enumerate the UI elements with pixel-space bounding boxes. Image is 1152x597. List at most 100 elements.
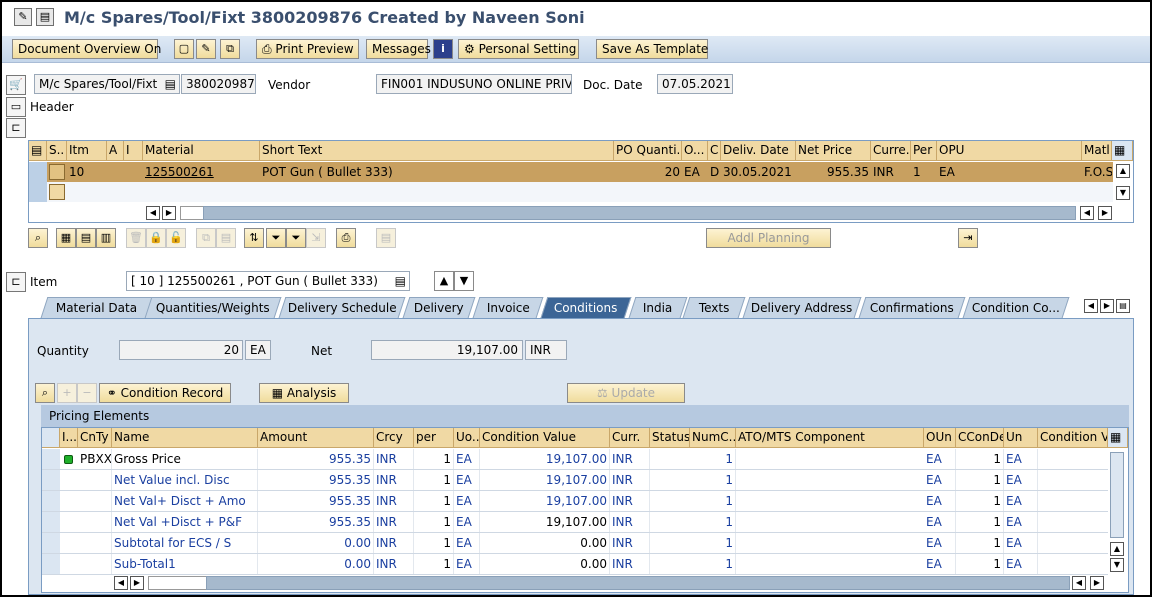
column-config-icon[interactable]: ▦	[1112, 141, 1133, 161]
doc-date-field[interactable]: 07.05.2021	[657, 74, 733, 94]
select-all-icon[interactable]: ▦	[56, 228, 76, 248]
col-uom[interactable]: Uo...	[454, 428, 480, 448]
row-selector[interactable]	[42, 512, 60, 532]
print-table-icon[interactable]: ⎙	[336, 228, 356, 248]
create-other-icon[interactable]: ✎	[14, 8, 32, 26]
quantity-unit[interactable]: EA	[245, 340, 271, 360]
table-row[interactable]: 10 125500261 POT Gun ( Bullet 333) 20 EA…	[29, 162, 1113, 182]
deselect-icon[interactable]: ▥	[96, 228, 116, 248]
tab-quantities-weights[interactable]: Quantities/Weights	[144, 297, 282, 318]
col-currency[interactable]: Curre...	[871, 141, 911, 161]
col-ato-mts[interactable]: ATO/MTS Component	[736, 428, 924, 448]
tab-delivery[interactable]: Delivery	[402, 297, 476, 318]
filter-set-icon[interactable]: ⏷	[286, 228, 306, 248]
row-selector[interactable]	[42, 491, 60, 511]
col-net-price[interactable]: Net Price	[796, 141, 871, 161]
col-opu[interactable]: OPU	[937, 141, 1082, 161]
personal-setting-button[interactable]: ⚙ Personal Setting	[458, 39, 579, 59]
tab-condition-control[interactable]: Condition Co...	[962, 297, 1070, 318]
col-status[interactable]: Status	[650, 428, 690, 448]
export-icon[interactable]: ⇲	[306, 228, 326, 248]
col-po-qty[interactable]: PO Quanti...	[614, 141, 682, 161]
col-item[interactable]: Itm	[67, 141, 107, 161]
col-un[interactable]: Un	[1004, 428, 1038, 448]
navigate-icon[interactable]: ⇥	[958, 228, 978, 248]
table-settings-icon[interactable]: ▤	[29, 141, 47, 161]
scroll-right-end-icon[interactable]: ▶	[1090, 576, 1104, 590]
addl-planning-button[interactable]: Addl Planning	[706, 228, 831, 248]
tab-confirmations[interactable]: Confirmations	[858, 297, 966, 318]
update-button[interactable]: ⚖ Update	[567, 383, 685, 403]
sort-icon[interactable]: ⇅	[244, 228, 264, 248]
col-acct[interactable]: A	[107, 141, 124, 161]
tab-delivery-schedule[interactable]: Delivery Schedule	[278, 297, 406, 318]
scroll-down-icon[interactable]: ▼	[1116, 186, 1130, 200]
col-numc[interactable]: NumC...	[690, 428, 736, 448]
vertical-scrollbar[interactable]	[1110, 452, 1124, 538]
row-selector[interactable]	[42, 554, 60, 574]
col-deliv-date[interactable]: Deliv. Date	[721, 141, 796, 161]
quantity-field[interactable]: 20	[119, 340, 243, 360]
col-ccon[interactable]: CConDe	[956, 428, 1004, 448]
scroll-right-end-icon[interactable]: ▶	[1098, 206, 1112, 220]
messages-button[interactable]: Messages	[366, 39, 431, 59]
paste-row-icon[interactable]: ▤	[216, 228, 236, 248]
display-icon[interactable]: ▤	[36, 8, 54, 26]
row-selector[interactable]	[42, 470, 60, 490]
table-row[interactable]: Subtotal for ECS / S 0.00 INR 1 EA 0.00 INR 1 EA…	[42, 533, 1108, 554]
table-row[interactable]: PBXX Gross Price 955.35 INR 1 EA 19,107.00 INR 1…	[42, 449, 1108, 470]
cart-icon[interactable]: 🛒	[6, 75, 26, 95]
expand-icon[interactable]: ⊏	[6, 118, 26, 138]
delete-icon[interactable]: 🗑	[126, 228, 146, 248]
document-overview-button[interactable]: Document Overview On	[12, 39, 161, 59]
remove-condition-icon[interactable]: −	[77, 383, 97, 403]
col-i[interactable]: I	[124, 141, 143, 161]
column-config-icon[interactable]: ▦	[1108, 428, 1128, 448]
col-oun[interactable]: OUn	[924, 428, 956, 448]
copy-row-icon[interactable]: ⧉	[196, 228, 216, 248]
lock-icon[interactable]: 🔒	[146, 228, 166, 248]
row-selector[interactable]	[29, 162, 47, 182]
add-condition-icon[interactable]: +	[57, 383, 77, 403]
col-amount[interactable]: Amount	[258, 428, 374, 448]
col-cond-type[interactable]: CnTy	[78, 428, 112, 448]
tab-invoice[interactable]: Invoice	[472, 297, 544, 318]
copy-icon[interactable]: ⧉	[220, 39, 240, 59]
next-item-icon[interactable]: ▼	[454, 271, 474, 291]
col-per[interactable]: per	[414, 428, 454, 448]
col-indicator[interactable]: I...	[60, 428, 78, 448]
col-per[interactable]: Per	[911, 141, 937, 161]
info-icon[interactable]: i	[433, 39, 453, 59]
tab-delivery-address[interactable]: Delivery Address	[742, 297, 862, 318]
save-template-button[interactable]: Save As Template	[596, 39, 708, 59]
col-condition-value[interactable]: Condition Value	[480, 428, 610, 448]
scroll-up-icon[interactable]: ▲	[1110, 542, 1124, 556]
table-row[interactable]: Net Val+ Disct + Amo 955.35 INR 1 EA 19,107.0…	[42, 491, 1108, 512]
col-curr[interactable]: Curr.	[610, 428, 650, 448]
folder-icon[interactable]: ▭	[6, 97, 26, 117]
document-number-field[interactable]: 3800209876	[181, 74, 256, 94]
col-status[interactable]: S..	[47, 141, 67, 161]
col-name[interactable]: Name	[112, 428, 258, 448]
scroll-right-icon[interactable]: ▶	[162, 206, 176, 220]
col-crcy[interactable]: Crcy	[374, 428, 414, 448]
select-block-icon[interactable]: ▤	[76, 228, 96, 248]
col-order-unit[interactable]: O...	[682, 141, 708, 161]
scroll-left-end-icon[interactable]: ◀	[1080, 206, 1094, 220]
net-field[interactable]: 19,107.00	[371, 340, 523, 360]
analysis-button[interactable]: ▦ Analysis	[259, 383, 349, 403]
item-select[interactable]: [ 10 ] 125500261 , POT Gun ( Bullet 333)…	[126, 271, 410, 291]
table-row[interactable]: Net Value incl. Disc 955.35 INR 1 EA 19,107.0…	[42, 470, 1108, 491]
tab-material-data[interactable]: Material Data	[40, 297, 154, 318]
table-row[interactable]: Sub-Total1 0.00 INR 1 EA 0.00 INR 1 EA 1 EA	[42, 554, 1108, 575]
empty-row[interactable]	[29, 182, 1113, 202]
row-selector[interactable]	[29, 182, 47, 202]
details-icon[interactable]: ⌕	[28, 228, 48, 248]
row-selector[interactable]	[42, 449, 60, 469]
condition-record-button[interactable]: ⚭ Condition Record	[99, 383, 231, 403]
tab-scroll-left-icon[interactable]: ◀	[1084, 299, 1098, 313]
new-document-icon[interactable]: ▢	[174, 39, 194, 59]
scroll-right-icon[interactable]: ▶	[130, 576, 144, 590]
scrollbar-track[interactable]	[203, 206, 1076, 220]
document-type-select[interactable]: M/c Spares/Tool/Fixt ▤	[34, 74, 180, 94]
